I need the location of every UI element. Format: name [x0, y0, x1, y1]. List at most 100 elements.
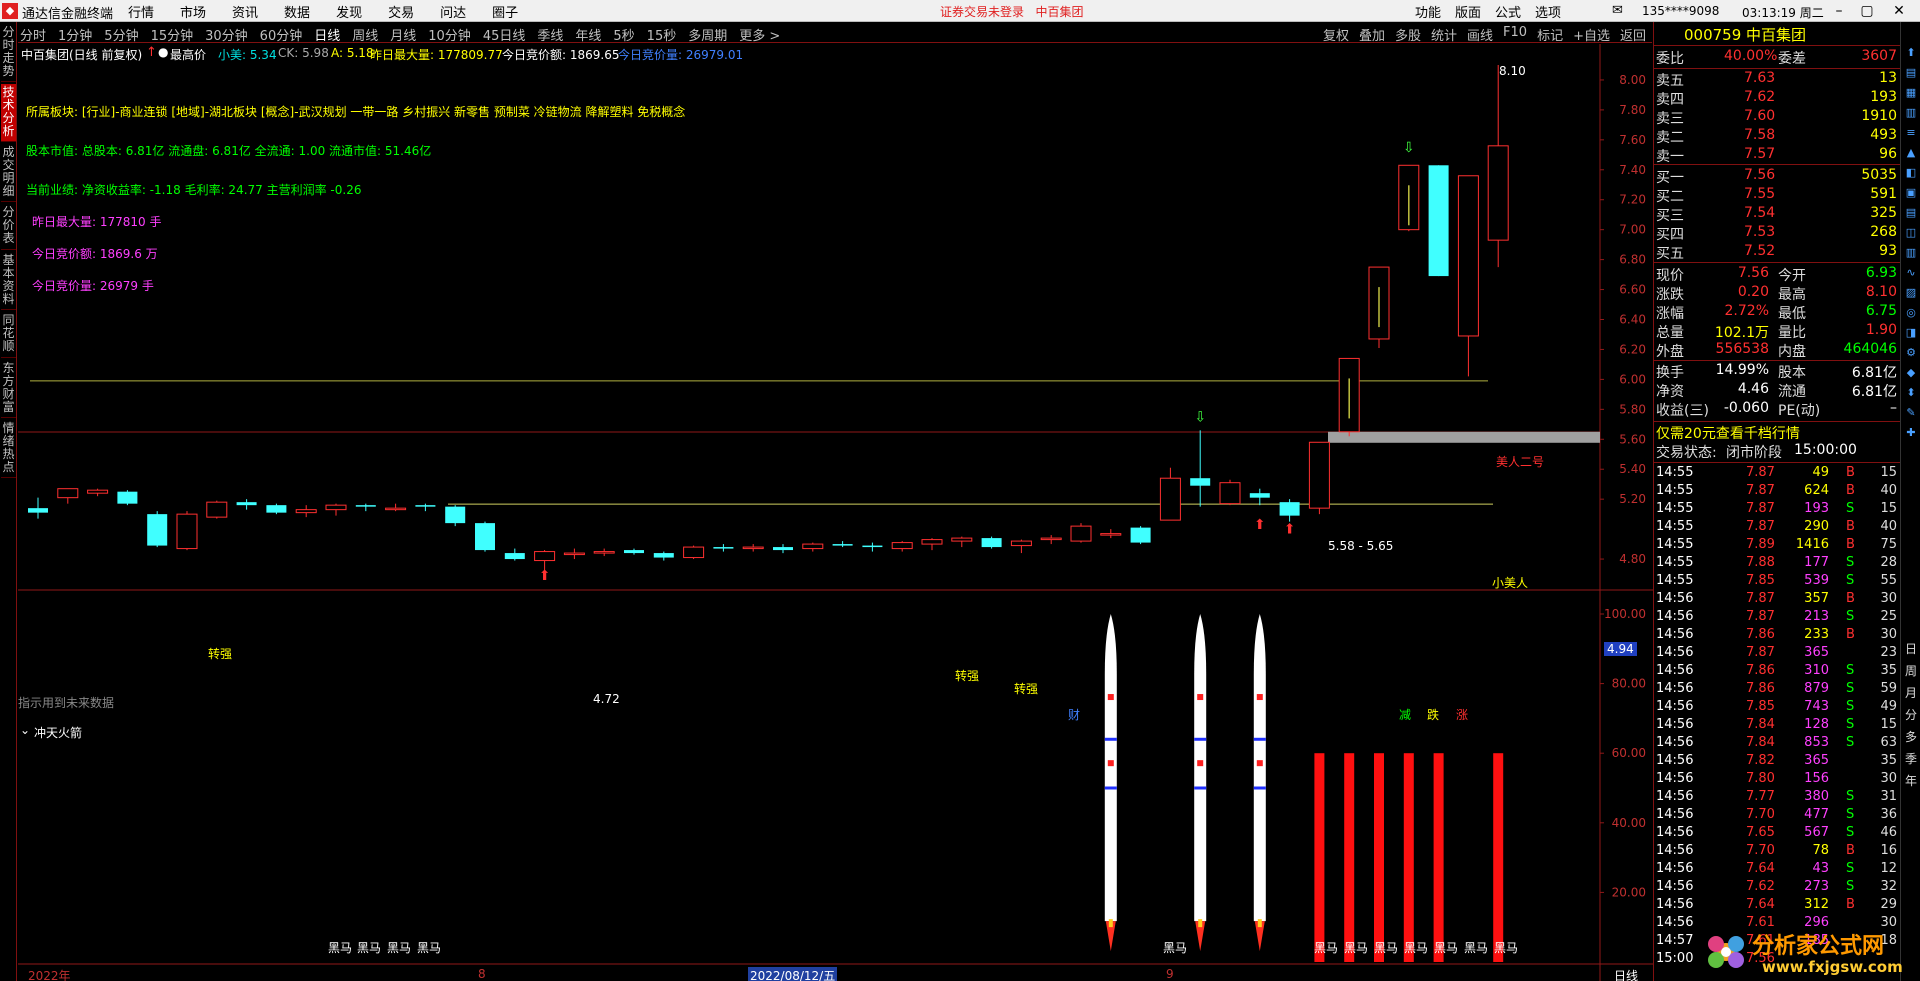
chart-tool-2[interactable]: 多股	[1395, 25, 1421, 44]
candle[interactable]	[445, 505, 466, 527]
period-tab-6[interactable]: 日线	[314, 25, 340, 44]
close-icon[interactable]: ✕	[1888, 2, 1910, 20]
tool-icon-9[interactable]: ◫	[1904, 226, 1918, 240]
period-shortcut-1[interactable]: 周	[1904, 664, 1918, 678]
candle[interactable]	[1428, 165, 1449, 277]
period-tab-0[interactable]: 分时	[20, 25, 46, 44]
menu-gongneng[interactable]: 功能	[1415, 2, 1441, 21]
tool-icon-19[interactable]: ✚	[1904, 426, 1918, 440]
tool-icon-3[interactable]: ▥	[1904, 106, 1918, 120]
candle[interactable]	[176, 511, 198, 551]
candle[interactable]	[1190, 430, 1211, 507]
period-shortcut-6[interactable]: 年	[1904, 774, 1918, 788]
tab-chengjiao[interactable]: 成交明细	[1, 144, 16, 202]
candle[interactable]	[593, 548, 615, 557]
tab-dongfang[interactable]: 东方财富	[1, 360, 16, 418]
menu-gongshi[interactable]: 公式	[1495, 2, 1521, 21]
tab-fenjia[interactable]: 分价表	[1, 204, 16, 250]
promo-text[interactable]: 仅需20元查看千档行情	[1656, 423, 1800, 443]
menu-shichang[interactable]: 市场	[180, 2, 206, 21]
period-tab-9[interactable]: 10分钟	[428, 25, 471, 44]
period-shortcut-0[interactable]: 日	[1904, 642, 1918, 656]
tool-icon-0[interactable]: ⬆	[1904, 46, 1918, 60]
candle[interactable]	[1010, 539, 1032, 554]
candle[interactable]	[832, 541, 853, 548]
candle[interactable]	[1279, 499, 1300, 522]
candle[interactable]	[206, 500, 228, 519]
ask-price[interactable]: 7.60	[1744, 108, 1775, 124]
tool-icon-2[interactable]: ▦	[1904, 86, 1918, 100]
chart-tool-0[interactable]: 复权	[1323, 25, 1349, 44]
candle[interactable]	[1487, 64, 1509, 268]
ask-price[interactable]: 7.57	[1744, 146, 1775, 162]
tool-icon-11[interactable]: ∿	[1904, 266, 1918, 280]
menu-xuanxiang[interactable]: 选项	[1535, 2, 1561, 21]
period-shortcut-4[interactable]: 多	[1904, 730, 1918, 744]
candle[interactable]	[1130, 526, 1151, 545]
tool-icon-12[interactable]: ▨	[1904, 286, 1918, 300]
chart-tool-5[interactable]: F10	[1503, 25, 1527, 44]
minimize-icon[interactable]: –	[1828, 2, 1850, 20]
tool-icon-5[interactable]: ▲	[1904, 146, 1918, 160]
candle[interactable]	[742, 544, 764, 552]
candle[interactable]	[415, 503, 436, 512]
period-tab-14[interactable]: 15秒	[647, 25, 677, 44]
candle[interactable]	[653, 551, 674, 561]
period-shortcut-3[interactable]: 分	[1904, 708, 1918, 722]
tool-icon-18[interactable]: ✎	[1904, 406, 1918, 420]
mail-icon[interactable]: ✉	[1612, 3, 1623, 18]
menu-hangqing[interactable]: 行情	[128, 2, 154, 21]
candle[interactable]	[1219, 479, 1241, 506]
tool-icon-13[interactable]: ◎	[1904, 306, 1918, 320]
period-tab-2[interactable]: 5分钟	[104, 25, 138, 44]
chart-tool-3[interactable]: 统计	[1431, 25, 1457, 44]
tab-jishu[interactable]: 技术分析	[1, 84, 16, 142]
tool-icon-6[interactable]: ◧	[1904, 166, 1918, 180]
tool-icon-17[interactable]: ⬍	[1904, 386, 1918, 400]
menu-jiaoyi[interactable]: 交易	[388, 2, 414, 21]
tool-icon-1[interactable]: ▤	[1904, 66, 1918, 80]
candle[interactable]	[325, 503, 347, 516]
candle[interactable]	[981, 536, 1002, 549]
candle[interactable]	[147, 511, 168, 548]
candle[interactable]	[624, 548, 644, 555]
tool-icon-7[interactable]: ▣	[1904, 186, 1918, 200]
period-tab-7[interactable]: 周线	[352, 25, 378, 44]
period-tab-12[interactable]: 年线	[575, 25, 601, 44]
menu-quanzi[interactable]: 圈子	[492, 2, 518, 21]
candle[interactable]	[1249, 488, 1270, 506]
candle[interactable]	[504, 548, 525, 561]
period-shortcut-5[interactable]: 季	[1904, 752, 1918, 766]
period-tab-11[interactable]: 季线	[537, 25, 563, 44]
period-tab-10[interactable]: 45日线	[483, 25, 526, 44]
chart-tool-7[interactable]: +自选	[1573, 25, 1610, 44]
candle[interactable]	[773, 544, 793, 554]
candle[interactable]	[236, 499, 257, 510]
period-shortcut-2[interactable]: 月	[1904, 686, 1918, 700]
tool-icon-8[interactable]: ▤	[1904, 206, 1918, 220]
tool-icon-10[interactable]: ▥	[1904, 246, 1918, 260]
kline-chart-area[interactable]: 8.00 7.80 7.60 7.40 7.20 7.00 6.80 6.60 6.40 6.20…	[18, 44, 1653, 981]
menu-faxian[interactable]: 发现	[336, 2, 362, 21]
tool-icon-15[interactable]: ⚙	[1904, 346, 1918, 360]
candle[interactable]	[921, 538, 943, 551]
ask-price[interactable]: 7.63	[1744, 70, 1775, 86]
ask-price[interactable]: 7.62	[1744, 89, 1775, 105]
tool-icon-16[interactable]: ◆	[1904, 366, 1918, 380]
candle[interactable]	[475, 521, 495, 552]
sub-indicator-dropdown-icon[interactable]: ⌄	[20, 723, 30, 737]
period-tab-15[interactable]: 多周期	[688, 25, 727, 44]
menu-zixun[interactable]: 资讯	[232, 2, 258, 21]
settings-circle-icon[interactable]: ●	[158, 45, 168, 59]
candle[interactable]	[1100, 529, 1122, 539]
bid-price[interactable]: 7.54	[1744, 205, 1775, 221]
candle[interactable]	[1457, 175, 1479, 377]
menu-wenda[interactable]: 问达	[440, 2, 466, 21]
candle[interactable]	[802, 542, 824, 552]
candle[interactable]	[385, 503, 407, 512]
tab-fenshi[interactable]: 分时走势	[1, 24, 16, 82]
period-tab-4[interactable]: 30分钟	[205, 25, 248, 44]
chart-tool-1[interactable]: 叠加	[1359, 25, 1385, 44]
candle[interactable]	[683, 545, 705, 560]
period-tab-13[interactable]: 5秒	[613, 25, 634, 44]
